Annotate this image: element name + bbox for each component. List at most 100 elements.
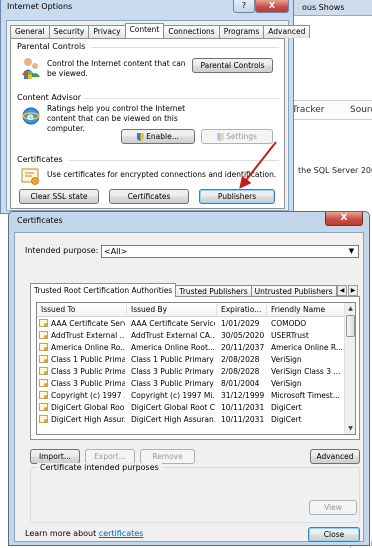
nav-item-source[interactable]: Sourc <box>350 105 372 115</box>
table-row[interactable]: DigiCert High Assur... DigiCert High Assu… <box>37 414 345 425</box>
column-friendly-name[interactable]: Friendly Name <box>267 303 345 317</box>
table-cell: DigiCert Global Roo... <box>51 403 125 412</box>
view-button[interactable]: View <box>309 500 357 515</box>
certificate-list[interactable]: Issued To Issued By Expiratio... Friendl… <box>36 302 356 435</box>
tab-programs[interactable]: Programs <box>218 25 265 38</box>
table-row[interactable]: Class 3 Public Prima... Class 3 Public Pr… <box>37 378 345 389</box>
certificate-icon <box>39 355 48 363</box>
content-advisor-label: Content Advisor <box>17 93 82 102</box>
table-cell: America Online Root... <box>131 343 215 352</box>
table-cell: Class 3 Public Prima... <box>51 379 125 388</box>
table-cell: America Online R... <box>271 343 343 352</box>
certificates-dialog: Certificates X Intended purpose: <All> ▼… <box>8 211 370 546</box>
certificate-icon <box>21 168 41 188</box>
enable-button-label: Enable... <box>146 132 179 141</box>
parental-controls-button[interactable]: Parental Controls <box>192 58 273 73</box>
table-cell: Class 1 Public Primary ... <box>131 355 215 364</box>
list-scrollbar[interactable]: ▲ ▼ <box>344 303 355 434</box>
scroll-up-icon[interactable]: ▲ <box>345 303 355 314</box>
table-cell: DigiCert High Assuran... <box>131 415 215 424</box>
certificate-icon <box>39 403 48 411</box>
list-header: Issued To Issued By Expiratio... Friendl… <box>37 303 345 317</box>
chevron-down-icon: ▼ <box>348 247 355 255</box>
certificates-button[interactable]: Certificates <box>109 189 189 204</box>
certificate-icon <box>39 415 48 423</box>
background-nav-bar: Tracker Sourc <box>290 100 372 120</box>
close-button[interactable]: Close <box>308 527 360 542</box>
tab-trusted-root[interactable]: Trusted Root Certification Authorities <box>30 283 177 297</box>
intended-purpose-label: Intended purpose: <box>25 246 99 255</box>
certificates-group-label: Certificates <box>17 155 63 164</box>
table-cell: 10/11/2031 <box>221 415 265 424</box>
table-cell: Class 3 Public Primary ... <box>131 367 215 376</box>
shield-icon <box>217 133 225 141</box>
table-cell: AddTrust External ... <box>51 331 125 340</box>
export-button[interactable]: Export... <box>85 449 135 464</box>
io-close-button[interactable]: X <box>255 0 289 13</box>
certificate-icon <box>39 379 48 387</box>
learn-more-prefix: Learn more about <box>25 529 99 538</box>
parental-controls-label: Parental Controls <box>17 42 86 51</box>
table-cell: 1/01/2029 <box>221 319 260 328</box>
clear-ssl-state-button[interactable]: Clear SSL state <box>19 189 99 204</box>
table-cell: 30/05/2020 <box>221 331 265 340</box>
enable-button[interactable]: Enable... <box>121 129 195 144</box>
divider <box>91 47 279 48</box>
settings-button-label: Settings <box>226 132 257 141</box>
table-row[interactable]: America Online Ro... America Online Root.… <box>37 342 345 353</box>
table-cell: VeriSign Class 3 ... <box>271 367 341 376</box>
tab-scroll-right-icon[interactable]: ▶ <box>348 285 358 296</box>
table-row[interactable]: Copyright (c) 1997 ... Copyright (c) 1997… <box>37 390 345 401</box>
table-cell: DigiCert <box>271 415 302 424</box>
parental-controls-icon <box>21 57 41 81</box>
divider <box>83 98 279 99</box>
dialog-close-icon[interactable]: X <box>325 212 363 226</box>
column-expiration[interactable]: Expiratio... <box>217 303 267 317</box>
table-cell: Copyright (c) 1997 ... <box>51 391 125 400</box>
table-row[interactable]: DigiCert Global Roo... DigiCert Global Ro… <box>37 402 345 413</box>
certificate-list-panel: Issued To Issued By Expiratio... Friendl… <box>30 296 360 440</box>
certificates-link[interactable]: certificates <box>99 529 144 538</box>
table-cell: 2/08/2028 <box>221 355 260 364</box>
column-issued-by[interactable]: Issued By <box>127 303 217 317</box>
settings-button[interactable]: Settings <box>201 129 273 144</box>
table-cell: COMODO <box>271 319 307 328</box>
certificate-store-tabs: Trusted Root Certification Authorities T… <box>30 283 337 297</box>
table-cell: 10/11/2031 <box>221 403 265 412</box>
table-cell: AAA Certificate Services <box>131 319 215 328</box>
table-cell: USERTrust <box>271 331 309 340</box>
table-cell: Class 1 Public Prima... <box>51 355 125 364</box>
internet-options-title: Internet Options <box>7 2 73 11</box>
browser-tab[interactable]: ous Shows <box>292 0 372 16</box>
tab-general[interactable]: General <box>10 25 50 38</box>
remove-button[interactable]: Remove <box>140 449 195 464</box>
table-cell: Class 3 Public Primary ... <box>131 379 215 388</box>
publishers-button[interactable]: Publishers <box>199 189 275 204</box>
table-row[interactable]: Class 3 Public Prima... Class 3 Public Pr… <box>37 366 345 377</box>
internet-options-tabs: General Security Privacy Content Connect… <box>10 23 311 38</box>
help-button[interactable]: ? <box>233 0 255 13</box>
column-issued-to[interactable]: Issued To <box>37 303 127 317</box>
tab-content[interactable]: Content <box>124 23 165 38</box>
intended-purposes-label: Certificate intended purposes <box>37 463 162 472</box>
table-cell: VeriSign <box>271 355 302 364</box>
intended-purposes-group: Certificate intended purposes View <box>30 463 360 523</box>
scroll-thumb[interactable] <box>346 315 355 337</box>
intended-purpose-select[interactable]: <All> ▼ <box>101 245 359 258</box>
table-row[interactable]: AddTrust External ... AddTrust External C… <box>37 330 345 341</box>
tab-connections[interactable]: Connections <box>163 25 220 38</box>
advanced-button[interactable]: Advanced <box>310 449 360 464</box>
import-button[interactable]: Import... <box>30 449 80 464</box>
intended-purpose-value: <All> <box>104 247 128 256</box>
table-row[interactable]: Class 1 Public Prima... Class 1 Public Pr… <box>37 354 345 365</box>
scroll-down-icon[interactable]: ▼ <box>345 423 355 434</box>
table-row[interactable]: AAA Certificate Serv... AAA Certificate S… <box>37 318 345 329</box>
tab-advanced[interactable]: Advanced <box>263 25 311 38</box>
tab-scroll-left-icon[interactable]: ◀ <box>337 285 347 296</box>
nav-item-tracker[interactable]: Tracker <box>292 105 324 115</box>
certificate-icon <box>39 343 48 351</box>
tab-privacy[interactable]: Privacy <box>88 25 126 38</box>
table-cell: America Online Ro... <box>51 343 125 352</box>
tab-security[interactable]: Security <box>48 25 90 38</box>
divider <box>69 160 279 161</box>
